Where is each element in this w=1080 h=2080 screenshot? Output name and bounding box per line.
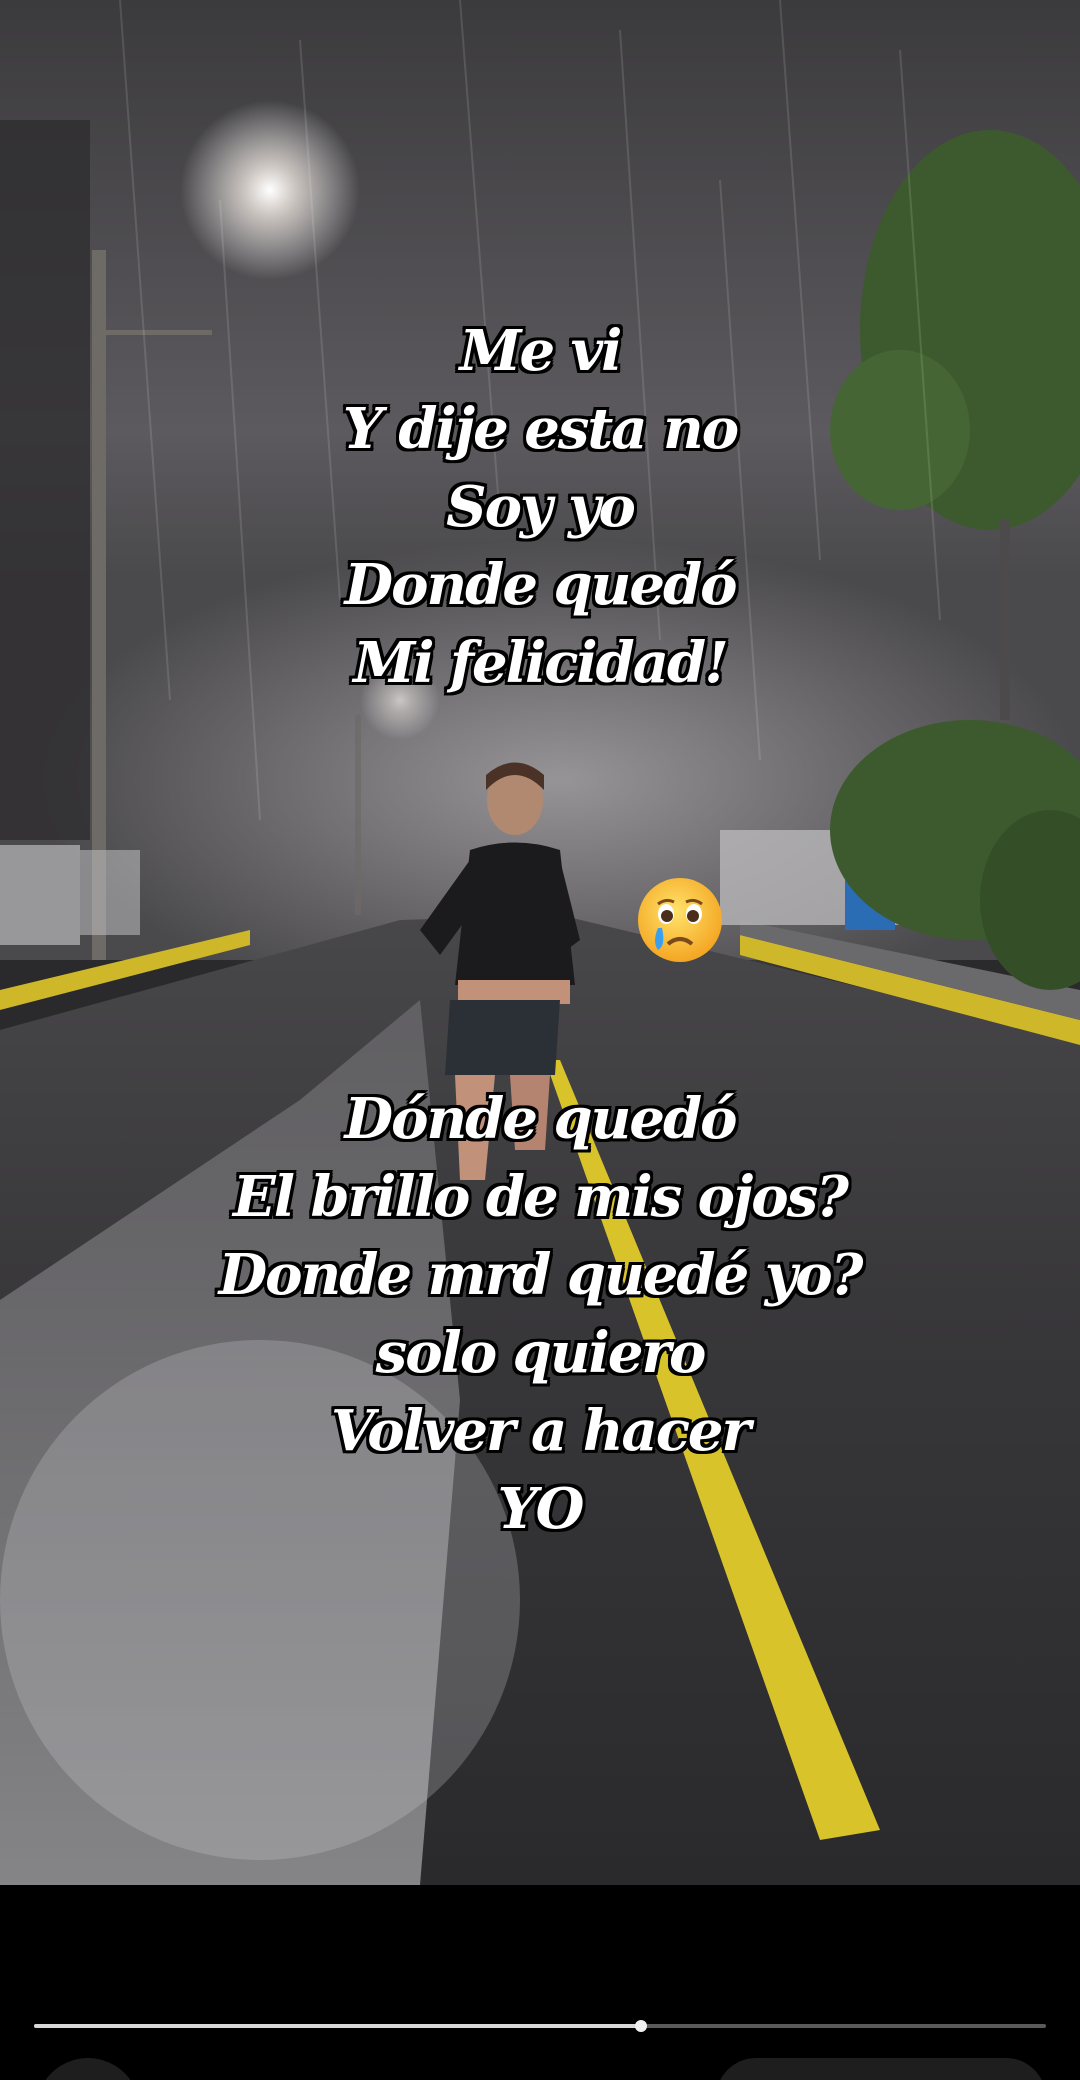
crying-face-icon	[638, 878, 722, 962]
video-player[interactable]: Me vi Y dije esta no Soy yo Donde quedó …	[0, 0, 1080, 1885]
caption-line: solo quiero	[375, 1320, 707, 1386]
bottom-right-button[interactable]	[716, 2058, 1046, 2080]
rainy-road-scene	[0, 0, 1080, 1885]
video-progress-bar[interactable]	[34, 2020, 1046, 2032]
caption-line: Mi felicidad!	[353, 630, 729, 696]
caption-line: Soy yo	[446, 474, 636, 540]
caption-line: Me vi	[459, 318, 623, 384]
bottom-left-button[interactable]	[36, 2058, 140, 2080]
screen: Me vi Y dije esta no Soy yo Donde quedó …	[0, 0, 1080, 2080]
caption-line: YO	[497, 1476, 585, 1542]
caption-line: El brillo de mis ojos?	[233, 1164, 849, 1230]
progress-fill	[34, 2024, 642, 2028]
caption-line: Donde mrd quedé yo?	[218, 1242, 864, 1308]
caption-line: Volver a hacer	[330, 1398, 751, 1464]
overlay-caption-top: Me vi Y dije esta no Soy yo Donde quedó …	[0, 312, 1080, 702]
progress-thumb[interactable]	[635, 2020, 648, 2032]
caption-line: Y dije esta no	[342, 396, 739, 462]
caption-line: Dónde quedó	[344, 1086, 738, 1152]
overlay-caption-bottom: Dónde quedó El brillo de mis ojos? Donde…	[0, 1080, 1080, 1548]
caption-line: Donde quedó	[344, 552, 738, 618]
